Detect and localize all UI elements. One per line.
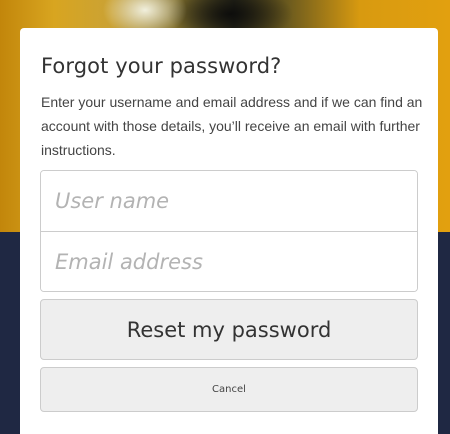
username-input[interactable] [41,171,417,232]
cancel-button[interactable]: Cancel [40,367,418,412]
dialog-description: Enter your username and email address an… [41,94,423,158]
dialog-title: Forgot your password? [41,54,282,78]
page-background: Forgot your password? Enter your usernam… [0,0,450,434]
credentials-field-group [40,170,418,292]
forgot-password-dialog: Forgot your password? Enter your usernam… [20,28,438,434]
email-input[interactable] [41,232,417,291]
reset-password-button[interactable]: Reset my password [40,299,418,360]
